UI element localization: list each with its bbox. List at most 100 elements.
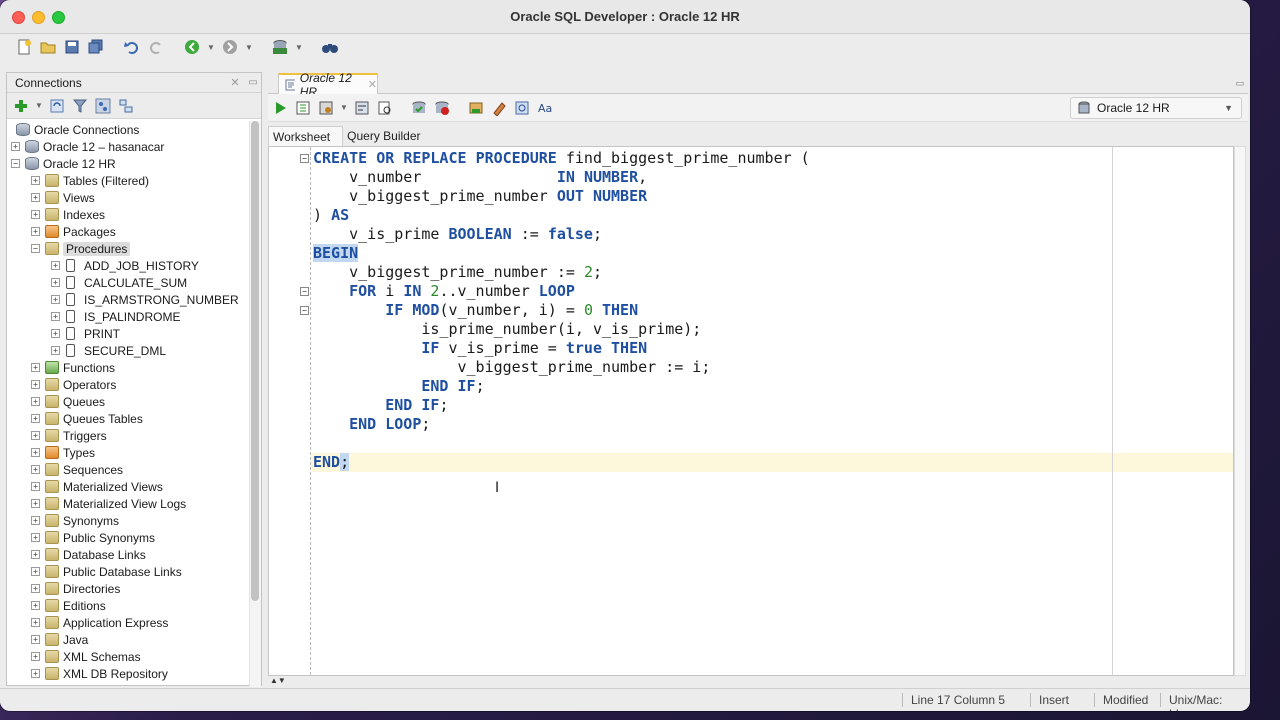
tree-item[interactable]: Oracle Connections	[7, 121, 249, 138]
tab-list-menu-icon[interactable]: ▭	[1235, 78, 1244, 89]
expand-icon[interactable]: +	[31, 210, 40, 219]
code-line[interactable]: END IF;	[313, 396, 448, 415]
fold-toggle-icon[interactable]: −	[300, 287, 309, 296]
expand-icon[interactable]: +	[31, 550, 40, 559]
refresh-icon[interactable]	[47, 96, 67, 116]
add-connection-dropdown-icon[interactable]: ▼	[34, 101, 44, 110]
code-line[interactable]: END LOOP;	[313, 415, 430, 434]
code-line[interactable]: FOR i IN 2..v_number LOOP	[313, 282, 575, 301]
expand-icon[interactable]: +	[31, 414, 40, 423]
schema-browser-icon[interactable]	[93, 96, 113, 116]
tree-item[interactable]: + Database Links	[7, 546, 249, 563]
expand-icon[interactable]: +	[51, 346, 60, 355]
unshared-worksheet-icon[interactable]	[466, 98, 486, 118]
commit-icon[interactable]	[409, 98, 429, 118]
code-line[interactable]: END;	[313, 453, 350, 472]
code-line[interactable]: ) AS	[313, 206, 349, 225]
rollback-icon[interactable]	[432, 98, 452, 118]
expand-icon[interactable]: +	[31, 193, 40, 202]
clear-icon[interactable]	[489, 98, 509, 118]
forward-dropdown-icon[interactable]: ▼	[244, 43, 254, 52]
tree-item[interactable]: − Oracle 12 HR	[7, 155, 249, 172]
expand-icon[interactable]: +	[31, 380, 40, 389]
tree-item[interactable]: − Procedures	[7, 240, 249, 257]
tree-item[interactable]: + Tables (Filtered)	[7, 172, 249, 189]
expand-icon[interactable]: +	[31, 584, 40, 593]
expand-icon[interactable]: +	[31, 176, 40, 185]
expand-icon[interactable]: +	[51, 278, 60, 287]
tree-item[interactable]: + PRINT	[7, 325, 249, 342]
code-line[interactable]: v_number IN NUMBER,	[313, 168, 647, 187]
fold-toggle-icon[interactable]: −	[300, 154, 309, 163]
expand-icon[interactable]: +	[31, 669, 40, 678]
code-editor[interactable]: − − − CREATE OR REPLACE PROCEDURE find_b…	[268, 146, 1234, 676]
tree-item[interactable]: + Public Synonyms	[7, 529, 249, 546]
expand-icon[interactable]: +	[31, 499, 40, 508]
expand-icon[interactable]: +	[51, 329, 60, 338]
editor-scrollbar[interactable]	[1234, 146, 1246, 676]
code-line[interactable]: v_biggest_prime_number OUT NUMBER	[313, 187, 647, 206]
tree-item[interactable]: + Views	[7, 189, 249, 206]
tree-item[interactable]: + SECURE_DML	[7, 342, 249, 359]
tree-item[interactable]: + Queues	[7, 393, 249, 410]
open-folder-icon[interactable]	[38, 37, 58, 57]
add-connection-icon[interactable]	[11, 96, 31, 116]
expand-icon[interactable]: +	[31, 652, 40, 661]
back-navigation-icon[interactable]	[182, 37, 202, 57]
minimize-panel-icon[interactable]: ▭	[245, 77, 261, 88]
expand-icon[interactable]: +	[31, 227, 40, 236]
tree-item[interactable]: + Editions	[7, 597, 249, 614]
expand-icon[interactable]: +	[31, 567, 40, 576]
collapse-icon[interactable]: −	[31, 244, 40, 253]
binoculars-icon[interactable]	[320, 37, 340, 57]
tree-item[interactable]: + Materialized View Logs	[7, 495, 249, 512]
tree-item[interactable]: + IS_PALINDROME	[7, 308, 249, 325]
tree-item[interactable]: + Indexes	[7, 206, 249, 223]
tree-item[interactable]: + XML Schemas	[7, 648, 249, 665]
tree-item[interactable]: + CALCULATE_SUM	[7, 274, 249, 291]
code-line[interactable]: v_biggest_prime_number := 2;	[313, 263, 602, 282]
format-text-icon[interactable]: Aa	[535, 98, 555, 118]
expand-icon[interactable]: +	[31, 482, 40, 491]
tree-item[interactable]: + Functions	[7, 359, 249, 376]
undo-icon[interactable]	[122, 37, 142, 57]
tree-item[interactable]: + Public Database Links	[7, 563, 249, 580]
tree-scrollbar-thumb[interactable]	[251, 121, 259, 601]
sql-history-icon[interactable]	[512, 98, 532, 118]
tab-query-builder[interactable]: Query Builder	[343, 126, 432, 146]
autotrace-dropdown-icon[interactable]: ▼	[339, 103, 349, 112]
expand-icon[interactable]: +	[51, 261, 60, 270]
tree-item[interactable]: + Synonyms	[7, 512, 249, 529]
code-line[interactable]: v_biggest_prime_number := i;	[313, 358, 710, 377]
expand-icon[interactable]: +	[31, 601, 40, 610]
expand-icon[interactable]: +	[31, 448, 40, 457]
expand-icon[interactable]: +	[31, 533, 40, 542]
expand-icon[interactable]: +	[51, 312, 60, 321]
tree-item[interactable]: + Triggers	[7, 427, 249, 444]
tree-item[interactable]: + Operators	[7, 376, 249, 393]
tree-item[interactable]: + XML DB Repository	[7, 665, 249, 682]
expand-icon[interactable]: +	[31, 431, 40, 440]
sql-worksheet-dropdown-icon[interactable]: ▼	[294, 43, 304, 52]
tree-item[interactable]: + Oracle 12 – hasanacar	[7, 138, 249, 155]
back-dropdown-icon[interactable]: ▼	[206, 43, 216, 52]
code-line[interactable]: is_prime_number(i, v_is_prime);	[313, 320, 701, 339]
run-script-icon[interactable]	[293, 98, 313, 118]
filter-icon[interactable]	[70, 96, 90, 116]
expand-icon[interactable]: +	[31, 618, 40, 627]
close-panel-icon[interactable]: ✕	[225, 76, 245, 89]
tree-item[interactable]: + Java	[7, 631, 249, 648]
tree-item[interactable]: + ADD_JOB_HISTORY	[7, 257, 249, 274]
tab-worksheet[interactable]: Worksheet	[268, 126, 344, 146]
run-statement-icon[interactable]	[270, 98, 290, 118]
code-line[interactable]: IF v_is_prime = true THEN	[313, 339, 647, 358]
tree-item[interactable]: + Directories	[7, 580, 249, 597]
expand-icon[interactable]: +	[31, 516, 40, 525]
sql-worksheet-icon[interactable]	[270, 37, 290, 57]
expand-icon[interactable]: +	[11, 142, 20, 151]
autotrace-icon[interactable]	[316, 98, 336, 118]
code-line[interactable]: CREATE OR REPLACE PROCEDURE find_biggest…	[313, 149, 810, 168]
tree-item[interactable]: + Queues Tables	[7, 410, 249, 427]
save-icon[interactable]	[62, 37, 82, 57]
editor-nav-arrows-icon[interactable]: ▲▼	[270, 676, 286, 685]
